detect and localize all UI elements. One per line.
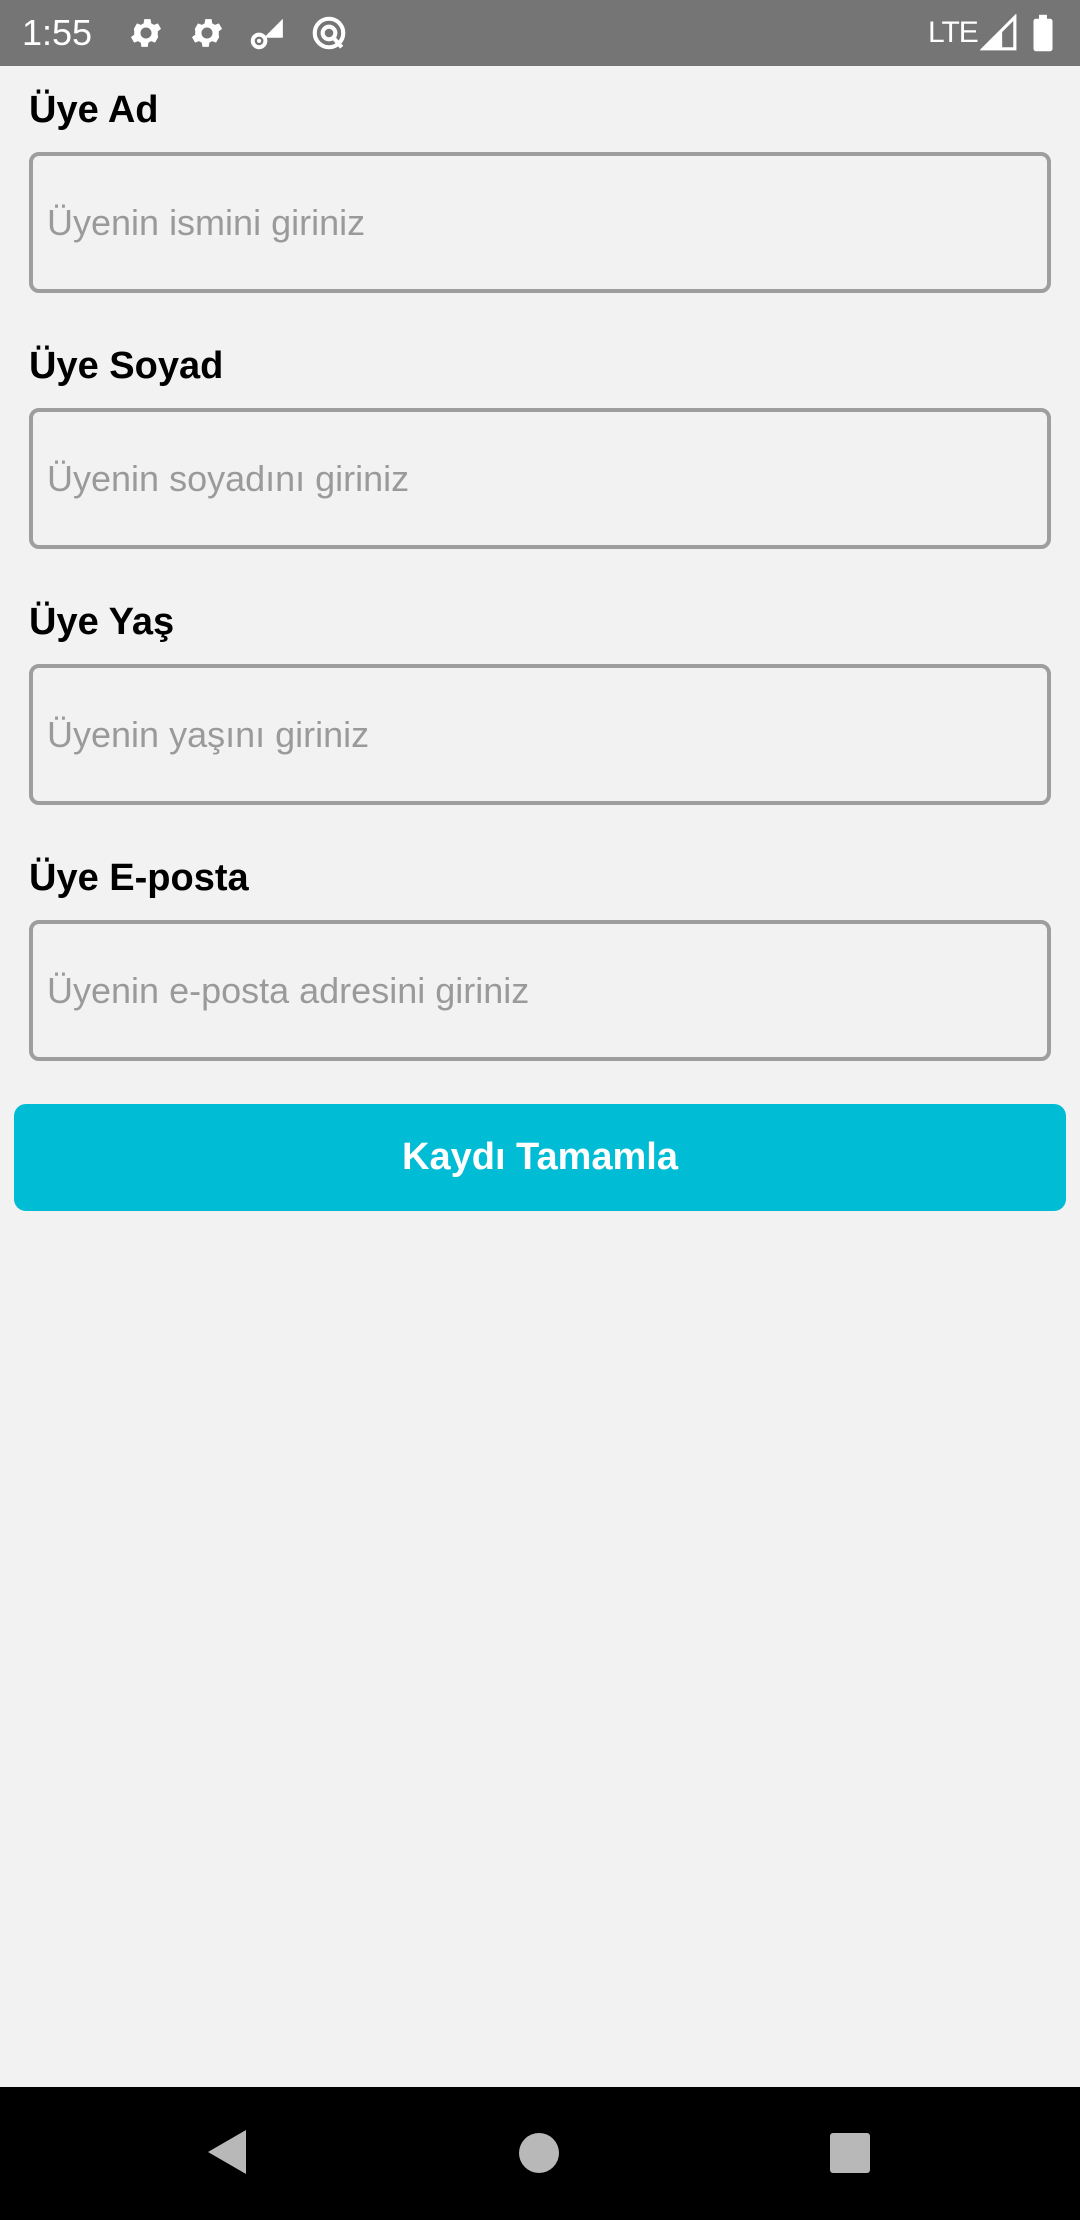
signal-icon — [980, 14, 1017, 51]
data-saver-icon — [312, 16, 346, 50]
network-type: LTE — [928, 16, 979, 49]
network-settings-icon — [250, 18, 283, 50]
email-input[interactable] — [29, 920, 1051, 1061]
surname-input[interactable] — [29, 408, 1051, 549]
battery-icon — [1033, 14, 1053, 52]
back-icon[interactable] — [204, 2128, 248, 2176]
age-input[interactable] — [29, 664, 1051, 805]
complete-registration-button[interactable]: Kaydı Tamamla — [14, 1104, 1066, 1211]
surname-label: Üye Soyad — [29, 345, 224, 387]
settings-icon — [130, 19, 162, 47]
name-label: Üye Ad — [29, 89, 159, 131]
status-time: 1:55 — [22, 12, 93, 53]
name-input[interactable] — [29, 152, 1051, 293]
status-bar: 1:55 LTE — [0, 0, 1080, 66]
email-label: Üye E-posta — [29, 857, 249, 899]
age-label: Üye Yaş — [29, 601, 175, 643]
home-icon[interactable] — [518, 2132, 560, 2174]
settings-icon — [191, 19, 223, 47]
navigation-bar — [0, 2087, 1080, 2220]
recents-icon[interactable] — [829, 2132, 871, 2174]
